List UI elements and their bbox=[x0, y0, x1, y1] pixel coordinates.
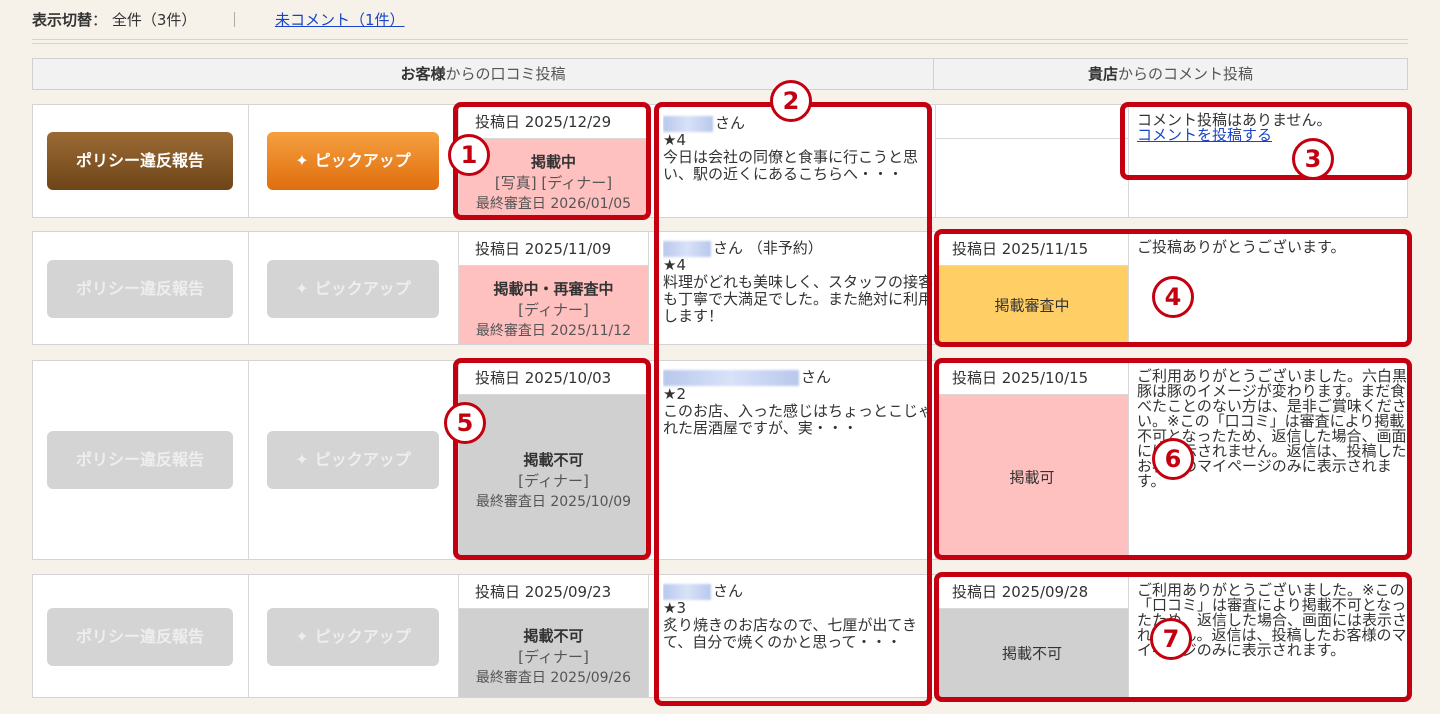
pickup-button[interactable]: ✦ ピックアップ bbox=[267, 132, 439, 190]
policy-violation-button: ポリシー違反報告 bbox=[47, 608, 233, 666]
last-reviewed: 最終審査日 2025/09/26 bbox=[475, 670, 632, 686]
last-reviewed: 最終審査日 2025/11/12 bbox=[475, 323, 632, 339]
pin-icon: ✦ bbox=[295, 151, 309, 170]
shop-date-empty bbox=[936, 105, 1128, 139]
callout-badge-1: 1 bbox=[448, 134, 490, 176]
header-shop-rest: からのコメント投稿 bbox=[1118, 65, 1254, 83]
policy-violation-button: ポリシー違反報告 bbox=[47, 260, 233, 318]
filter-separator: ｜ bbox=[227, 11, 243, 29]
highlight-frame-2 bbox=[654, 102, 932, 706]
callout-badge-3: 3 bbox=[1292, 138, 1334, 180]
pin-icon: ✦ bbox=[295, 627, 309, 646]
pickup-button: ✦ ピックアップ bbox=[267, 431, 439, 489]
pickup-label: ピックアップ bbox=[314, 450, 411, 469]
pin-icon: ✦ bbox=[295, 450, 309, 469]
callout-badge-6: 6 bbox=[1152, 438, 1194, 480]
status-text: 掲載不可 bbox=[523, 627, 584, 645]
status-text: 掲載中・再審査中 bbox=[493, 280, 614, 298]
policy-violation-button[interactable]: ポリシー違反報告 bbox=[47, 132, 233, 190]
highlight-frame-3 bbox=[1120, 102, 1412, 180]
post-date: 投稿日 2025/11/09 bbox=[459, 232, 648, 266]
policy-violation-button: ポリシー違反報告 bbox=[47, 431, 233, 489]
post-date: 投稿日 2025/09/23 bbox=[459, 575, 648, 609]
pickup-label: ピックアップ bbox=[314, 151, 411, 170]
post-status: 掲載不可 [ディナー] 最終審査日 2025/09/26 bbox=[459, 609, 648, 697]
header-customer-bold: お客様 bbox=[400, 65, 446, 83]
filter-colon: ： bbox=[92, 11, 108, 29]
callout-badge-4: 4 bbox=[1152, 276, 1194, 318]
pin-icon: ✦ bbox=[295, 279, 309, 298]
post-status: 掲載中・再審査中 [ディナー] 最終審査日 2025/11/12 bbox=[459, 266, 648, 344]
header-customer-rest: からの口コミ投稿 bbox=[445, 65, 566, 83]
shop-column-header: 貴店からのコメント投稿 bbox=[933, 58, 1408, 90]
header-shop-bold: 貴店 bbox=[1087, 65, 1118, 83]
callout-badge-7: 7 bbox=[1150, 618, 1192, 660]
shop-info-cell bbox=[935, 105, 1129, 217]
highlight-frame-5 bbox=[453, 358, 651, 560]
pickup-button: ✦ ピックアップ bbox=[267, 260, 439, 318]
pickup-label: ピックアップ bbox=[314, 627, 411, 646]
filter-label: 表示切替 bbox=[32, 11, 93, 29]
post-info-cell: 投稿日 2025/09/23 掲載不可 [ディナー] 最終審査日 2025/09… bbox=[459, 575, 649, 697]
filter-uncommented-link[interactable]: 未コメント（1件） bbox=[275, 11, 405, 29]
pickup-label: ピックアップ bbox=[314, 279, 411, 298]
filter-bar: 表示切替： 全件（3件） ｜ 未コメント（1件） bbox=[32, 8, 404, 32]
filter-all: 全件（3件） bbox=[111, 11, 197, 29]
post-info-cell: 投稿日 2025/11/09 掲載中・再審査中 [ディナー] 最終審査日 202… bbox=[459, 232, 649, 344]
callout-badge-2: 2 bbox=[770, 80, 812, 122]
divider bbox=[32, 43, 1408, 44]
status-tags: [ディナー] bbox=[518, 301, 589, 319]
status-tags: [ディナー] bbox=[518, 648, 589, 666]
divider bbox=[32, 39, 1408, 40]
pickup-button: ✦ ピックアップ bbox=[267, 608, 439, 666]
callout-badge-5: 5 bbox=[444, 402, 486, 444]
